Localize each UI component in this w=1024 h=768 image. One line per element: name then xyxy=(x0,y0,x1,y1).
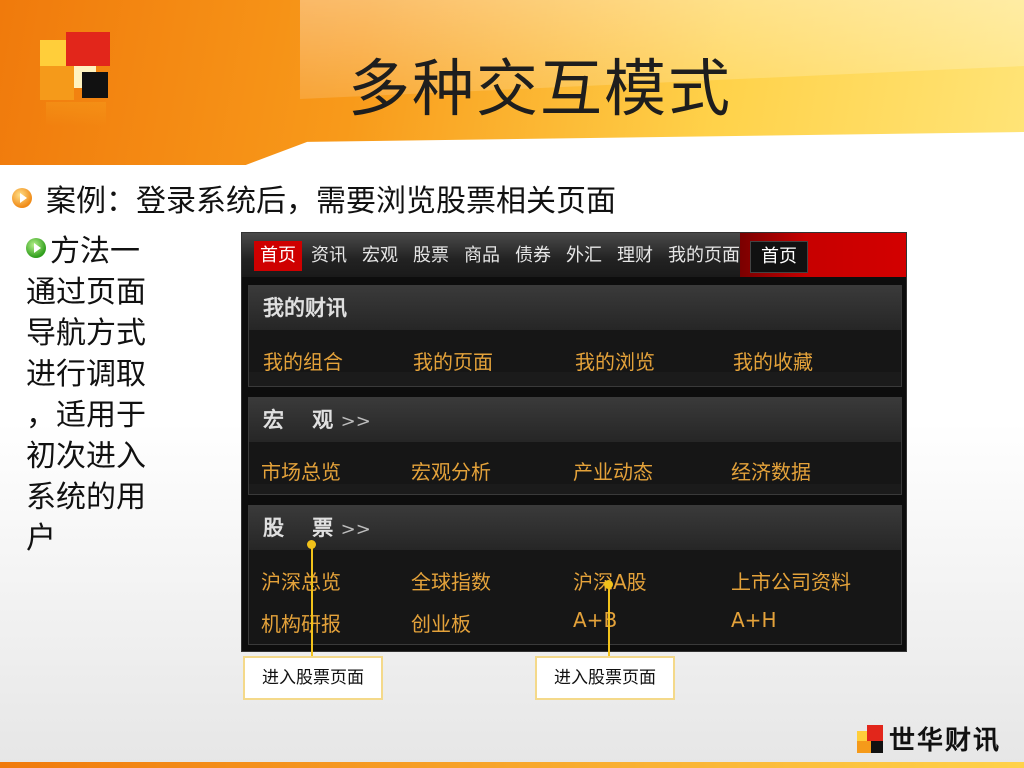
link-sh-sz-overview[interactable]: 沪深总览 xyxy=(261,566,341,595)
nav-item-my-pages[interactable]: 我的页面 xyxy=(662,241,746,271)
link-research-reports[interactable]: 机构研报 xyxy=(261,608,341,637)
link-macro-analysis[interactable]: 宏观分析 xyxy=(411,456,491,485)
desc-line: 通过页面 xyxy=(26,275,146,310)
nav-item-forex[interactable]: 外汇 xyxy=(560,241,608,271)
nav-home-button[interactable]: 首页 xyxy=(750,241,808,273)
play-bullet-icon xyxy=(26,238,46,258)
callout-line xyxy=(608,585,610,657)
nav-item-commodities[interactable]: 商品 xyxy=(458,241,506,271)
desc-line: 导航方式 xyxy=(26,316,146,351)
callout-line xyxy=(311,545,313,657)
more-arrows-icon[interactable]: >> xyxy=(341,519,371,540)
link-industry-news[interactable]: 产业动态 xyxy=(573,456,653,485)
link-my-browse[interactable]: 我的浏览 xyxy=(575,346,655,375)
link-a-plus-b[interactable]: A+B xyxy=(573,608,617,632)
app-screenshot: 首页 资讯 宏观 股票 商品 债券 外汇 理财 我的页面 首页 我的财讯 我的组… xyxy=(241,232,907,652)
panel-title[interactable]: 宏 观 >> xyxy=(249,398,901,442)
link-my-favorites[interactable]: 我的收藏 xyxy=(733,346,813,375)
panel-macro: 宏 观 >> 市场总览 宏观分析 产业动态 经济数据 xyxy=(248,397,902,495)
nav-item-wealth[interactable]: 理财 xyxy=(611,241,659,271)
bullet-case: 案例：登录系统后，需要浏览股票相关页面 xyxy=(12,176,616,220)
panel-title: 我的财讯 xyxy=(249,286,901,330)
nav-item-home[interactable]: 首页 xyxy=(254,241,302,271)
desc-line: ，适用于 xyxy=(26,398,146,433)
panel-title[interactable]: 股 票 >> xyxy=(249,506,901,550)
desc-line: 进行调取 xyxy=(26,357,146,392)
bullet-case-text: 案例：登录系统后，需要浏览股票相关页面 xyxy=(46,184,616,219)
bullet-method-text: 方法一 xyxy=(50,234,140,269)
callout-enter-stocks-2: 进入股票页面 xyxy=(535,656,675,700)
method-description: 通过页面 导航方式 进行调取 ，适用于 初次进入 系统的用 户 xyxy=(26,272,176,559)
link-economic-data[interactable]: 经济数据 xyxy=(731,456,811,485)
nav-item-stocks[interactable]: 股票 xyxy=(407,241,455,271)
nav-item-bonds[interactable]: 债券 xyxy=(509,241,557,271)
brand-mark-icon xyxy=(857,724,883,753)
link-chinext[interactable]: 创业板 xyxy=(411,608,471,637)
link-global-indices[interactable]: 全球指数 xyxy=(411,566,491,595)
panel-my-news: 我的财讯 我的组合 我的页面 我的浏览 我的收藏 xyxy=(248,285,902,387)
play-bullet-icon xyxy=(12,188,32,208)
panel-stocks: 股 票 >> 沪深总览 全球指数 沪深A股 上市公司资料 机构研报 创业板 A+… xyxy=(248,505,902,645)
link-company-profiles[interactable]: 上市公司资料 xyxy=(731,566,851,595)
link-a-plus-h[interactable]: A+H xyxy=(731,608,776,632)
brand-name: 世华财讯 xyxy=(889,726,1002,756)
bullet-method: 方法一 xyxy=(26,226,140,270)
brand-logo: 世华财讯 xyxy=(857,720,1001,757)
nav-menu: 首页 资讯 宏观 股票 商品 债券 外汇 理财 我的页面 xyxy=(254,241,749,271)
desc-line: 初次进入 xyxy=(26,439,146,474)
bottom-accent-bar xyxy=(0,762,1024,768)
nav-item-news[interactable]: 资讯 xyxy=(305,241,353,271)
link-market-overview[interactable]: 市场总览 xyxy=(261,456,341,485)
slide-title: 多种交互模式 xyxy=(347,52,732,125)
desc-line: 系统的用 xyxy=(26,480,146,515)
desc-line: 户 xyxy=(26,521,56,556)
link-my-portfolio[interactable]: 我的组合 xyxy=(263,346,343,375)
logo-blocks-icon xyxy=(40,32,112,132)
callout-enter-stocks-1: 进入股票页面 xyxy=(243,656,383,700)
link-my-page[interactable]: 我的页面 xyxy=(413,346,493,375)
more-arrows-icon[interactable]: >> xyxy=(341,411,371,432)
nav-item-macro[interactable]: 宏观 xyxy=(356,241,404,271)
